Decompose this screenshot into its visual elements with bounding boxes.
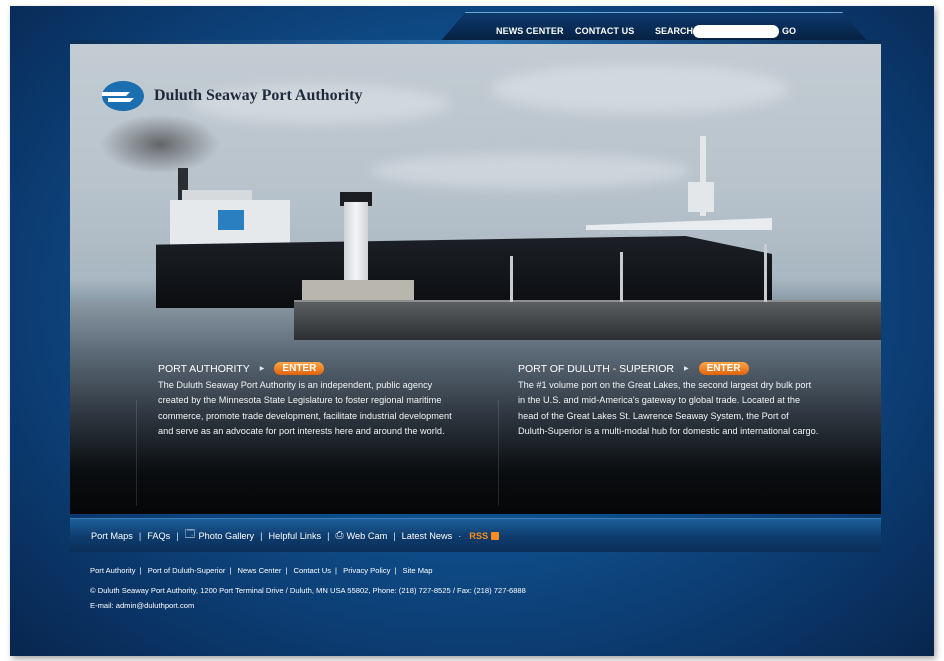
port-duluth-superior-enter-button[interactable]: ENTER xyxy=(698,362,749,375)
rss-link[interactable]: RSS xyxy=(469,531,488,541)
web-cam-icon: ⎙ xyxy=(335,530,344,541)
section-title: PORT AUTHORITY xyxy=(158,362,250,375)
lighthouse xyxy=(344,202,368,282)
section-title: PORT OF DULUTH - SUPERIOR xyxy=(518,362,674,375)
ship-name: WALTER J. McCARTHY JR xyxy=(600,230,664,235)
footer-link-port-duluth-superior[interactable]: Port of Duluth-Superior xyxy=(148,566,226,575)
ship-logo xyxy=(218,210,244,230)
quick-links-bar: Port Maps | FAQs | 🗔 Photo Gallery | Hel… xyxy=(70,518,881,552)
arrow-right-icon: ▶ xyxy=(683,366,689,372)
lamp-post xyxy=(764,244,767,302)
lamp-post xyxy=(620,252,623,302)
footer-email[interactable]: E-mail: admin@duluthport.com xyxy=(90,601,194,610)
section-divider xyxy=(498,400,499,506)
faqs-link[interactable]: FAQs xyxy=(147,531,170,541)
lamp-post xyxy=(510,256,513,302)
rss-icon[interactable] xyxy=(491,531,500,540)
separator: | xyxy=(393,530,396,541)
section-description: The #1 volume port on the Great Lakes, t… xyxy=(518,380,819,437)
pier xyxy=(294,302,881,340)
port-maps-link[interactable]: Port Maps xyxy=(91,531,133,541)
footer-link-port-authority[interactable]: Port Authority xyxy=(90,566,136,575)
ship-hull xyxy=(156,236,772,308)
separator: | xyxy=(327,530,330,541)
nav-news-center[interactable]: NEWS CENTER xyxy=(496,26,564,36)
section-divider xyxy=(136,400,137,506)
footer-link-privacy-policy[interactable]: Privacy Policy xyxy=(343,566,390,575)
section-description: The Duluth Seaway Port Authority is an i… xyxy=(158,380,452,437)
cloud xyxy=(490,64,790,114)
footer-copyright: © Duluth Seaway Port Authority, 1200 Por… xyxy=(90,586,526,595)
footer-link-news-center[interactable]: News Center xyxy=(237,566,281,575)
port-authority-logo-icon xyxy=(102,81,144,111)
latest-news-link[interactable]: Latest News xyxy=(402,531,453,541)
search-go-button[interactable]: GO xyxy=(782,26,796,36)
helpful-links-link[interactable]: Helpful Links xyxy=(269,531,322,541)
search-input[interactable] xyxy=(693,25,779,38)
separator: | xyxy=(260,530,263,541)
ship-bow-cabin xyxy=(688,182,714,212)
photo-gallery-icon: 🗔 xyxy=(184,529,196,540)
hero-image: WALTER J. McCARTHY JR Duluth Seaway Port… xyxy=(70,44,881,514)
port-authority-enter-button[interactable]: ENTER xyxy=(274,362,325,375)
separator: | xyxy=(176,530,179,541)
separator: · xyxy=(458,530,462,541)
web-cam-link[interactable]: Web Cam xyxy=(347,531,388,541)
smoke xyxy=(100,114,220,174)
nav-contact-us[interactable]: CONTACT US xyxy=(575,26,634,36)
arrow-right-icon: ▶ xyxy=(259,366,265,372)
port-duluth-superior-section: PORT OF DULUTH - SUPERIOR ▶ ENTER The #1… xyxy=(518,362,820,440)
footer-link-site-map[interactable]: Site Map xyxy=(403,566,433,575)
footer-links: Port Authority | Port of Duluth-Superior |… xyxy=(90,566,433,575)
photo-gallery-link[interactable]: Photo Gallery xyxy=(198,531,254,541)
port-authority-section: PORT AUTHORITY ▶ ENTER The Duluth Seaway… xyxy=(158,362,458,440)
footer-link-contact-us[interactable]: Contact Us xyxy=(293,566,331,575)
separator: | xyxy=(138,530,142,541)
cloud xyxy=(370,154,690,188)
ship-bow-stripe xyxy=(586,218,772,230)
search-label: SEARCH xyxy=(655,26,694,36)
brand-name: Duluth Seaway Port Authority xyxy=(154,87,363,104)
